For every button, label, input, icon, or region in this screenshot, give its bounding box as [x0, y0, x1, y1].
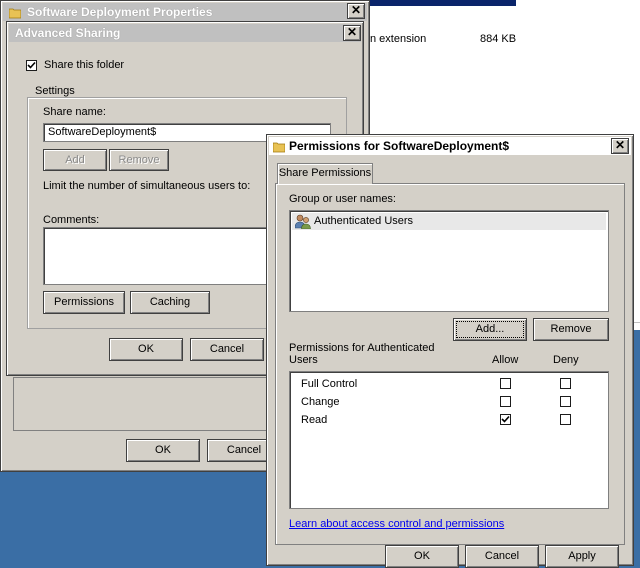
advanced-sharing-ok-button[interactable]: OK — [109, 338, 183, 361]
perm-name: Change — [301, 396, 340, 408]
perm-add-button[interactable]: Add... — [453, 318, 527, 341]
deny-checkbox[interactable] — [560, 378, 571, 389]
group-list-label: Group or user names: — [289, 193, 396, 205]
perm-apply-button[interactable]: Apply — [545, 545, 619, 568]
perm-remove-button[interactable]: Remove — [533, 318, 609, 341]
permissions-title: Permissions for SoftwareDeployment$ — [289, 139, 510, 153]
permissions-button[interactable]: Permissions — [43, 291, 125, 314]
caching-button[interactable]: Caching — [130, 291, 210, 314]
permissions-dialog: Permissions for SoftwareDeployment$ ✕ Sh… — [266, 134, 634, 568]
deny-checkbox[interactable] — [560, 396, 571, 407]
share-folder-label: Share this folder — [44, 59, 125, 71]
advanced-sharing-title: Advanced Sharing — [15, 26, 121, 40]
perm-header-line2: Users — [289, 354, 318, 366]
folder-icon — [272, 140, 286, 153]
folder-icon — [8, 6, 22, 19]
limit-users-label: Limit the number of simultaneous users t… — [43, 180, 251, 192]
deny-header: Deny — [553, 354, 579, 366]
properties-ok-button[interactable]: OK — [126, 439, 200, 462]
file-type-text: n extension — [370, 33, 427, 45]
perm-name: Full Control — [301, 378, 358, 390]
permissions-close-button[interactable]: ✕ — [611, 138, 629, 154]
remove-button[interactable]: Remove — [109, 149, 169, 171]
advanced-sharing-titlebar: Advanced Sharing — [9, 24, 361, 42]
users-icon — [294, 214, 311, 230]
allow-checkbox[interactable] — [500, 378, 511, 389]
perm-cancel-button[interactable]: Cancel — [465, 545, 539, 568]
perm-row-change: Change — [290, 394, 608, 412]
list-item[interactable]: Authenticated Users — [292, 213, 606, 230]
perm-header-line1: Permissions for Authenticated — [289, 342, 435, 354]
tab-share-permissions[interactable]: Share Permissions — [277, 163, 373, 184]
share-folder-checkbox[interactable] — [26, 60, 37, 71]
perm-row-read: Read — [290, 412, 608, 430]
perm-row-full-control: Full Control — [290, 376, 608, 394]
comments-label: Comments: — [43, 214, 100, 226]
properties-title: Software Deployment Properties — [27, 5, 213, 19]
properties-close-button[interactable]: ✕ — [347, 3, 365, 19]
properties-lower-area — [13, 377, 267, 431]
settings-group-label: Settings — [33, 85, 77, 97]
share-name-label: Share name: — [43, 106, 106, 118]
advanced-sharing-cancel-button[interactable]: Cancel — [190, 338, 264, 361]
permissions-list: Full Control Change Read — [289, 371, 609, 509]
properties-titlebar: Software Deployment Properties — [3, 3, 367, 21]
group-user-list[interactable]: Authenticated Users — [289, 210, 609, 312]
perm-name: Read — [301, 414, 328, 426]
tab-share-permissions-label: Share Permissions — [278, 167, 372, 179]
allow-header: Allow — [492, 354, 519, 366]
allow-checkbox[interactable] — [500, 396, 511, 407]
learn-more-link[interactable]: Learn about access control and permissio… — [289, 518, 504, 530]
perm-ok-button[interactable]: OK — [385, 545, 459, 568]
permissions-titlebar: Permissions for SoftwareDeployment$ — [269, 137, 631, 155]
share-name-value: SoftwareDeployment$ — [48, 126, 157, 138]
deny-checkbox[interactable] — [560, 414, 571, 425]
allow-checkbox[interactable] — [500, 414, 511, 425]
user-name: Authenticated Users — [314, 215, 414, 227]
add-button[interactable]: Add — [43, 149, 107, 171]
file-size-text: 884 KB — [480, 33, 517, 45]
advanced-sharing-close-button[interactable]: ✕ — [343, 25, 361, 41]
